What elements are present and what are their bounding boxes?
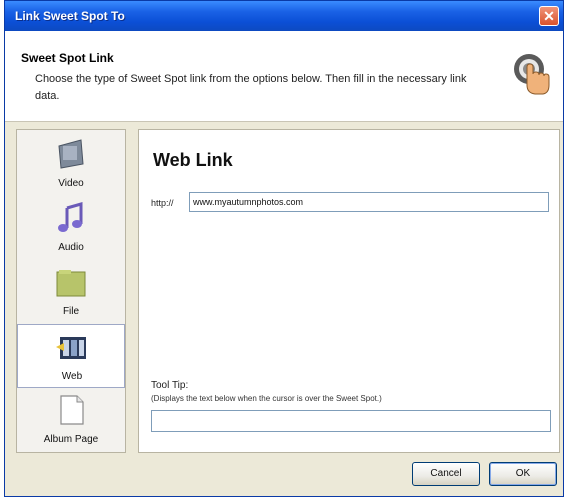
audio-icon	[58, 202, 83, 232]
sidebar-item-video[interactable]: Video	[17, 132, 125, 196]
sidebar-item-label: File	[62, 306, 80, 317]
hand-pointer-icon	[514, 54, 550, 95]
tooltip-input[interactable]	[151, 410, 551, 432]
window-title: Link Sweet Spot To	[15, 9, 125, 23]
folder-icon	[56, 270, 86, 297]
close-button[interactable]: ✕	[539, 6, 559, 26]
web-link-panel: Web Link http:// Tool Tip: (Displays the…	[138, 129, 560, 453]
tooltip-label: Tool Tip:	[151, 380, 189, 391]
sidebar-item-audio[interactable]: Audio	[17, 196, 125, 260]
tooltip-description: (Displays the text below when the cursor…	[151, 394, 382, 403]
header-description: Choose the type of Sweet Spot link from …	[35, 73, 467, 102]
sidebar-item-label: Video	[58, 178, 84, 189]
cancel-button[interactable]: Cancel	[412, 462, 480, 486]
sidebar-item-album-page[interactable]: Album Page	[17, 388, 125, 452]
sidebar-item-label: Album Page	[43, 434, 99, 445]
link-type-sidebar: Video Audio File Web Album Page	[16, 129, 126, 453]
title-bar[interactable]: Link Sweet Spot To ✕	[5, 1, 563, 31]
sidebar-item-label: Web	[61, 371, 83, 382]
panel-title: Web Link	[153, 150, 233, 170]
sidebar-item-web[interactable]: Web	[17, 324, 125, 388]
dialog-header: Sweet Spot Link Choose the type of Sweet…	[5, 31, 563, 122]
dialog-window: Link Sweet Spot To ✕ Sweet Spot Link Cho…	[4, 0, 564, 497]
header-title: Sweet Spot Link	[21, 51, 114, 65]
ok-button[interactable]: OK	[489, 462, 557, 486]
url-input[interactable]	[189, 192, 549, 212]
sidebar-item-label: Audio	[58, 242, 84, 253]
web-icon	[56, 337, 86, 359]
url-prefix-label: http://	[151, 198, 174, 208]
page-icon	[60, 395, 84, 425]
video-icon	[58, 139, 84, 169]
sidebar-item-file[interactable]: File	[17, 260, 125, 324]
